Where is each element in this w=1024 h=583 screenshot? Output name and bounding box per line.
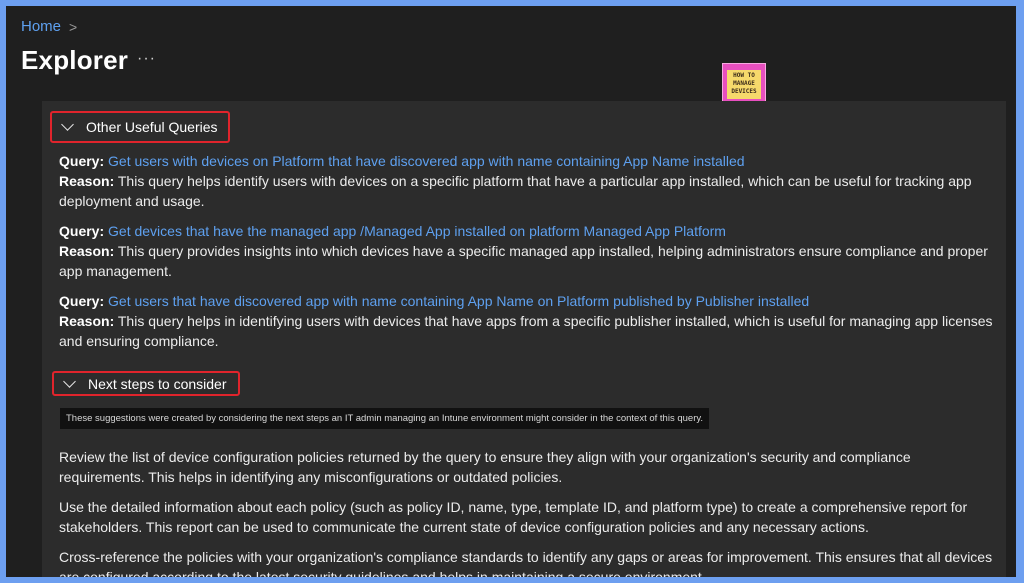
- query-label: Query:: [59, 293, 105, 309]
- next-step-paragraph: Use the detailed information about each …: [59, 499, 968, 535]
- more-options-button[interactable]: ···: [137, 50, 156, 68]
- query-item: Query: Get users that have discovered ap…: [59, 291, 994, 351]
- breadcrumb-home-link[interactable]: Home: [21, 18, 61, 35]
- reason-text: This query provides insights into which …: [59, 243, 988, 279]
- section-header-label: Next steps to consider: [88, 375, 227, 392]
- results-panel[interactable]: Other Useful Queries Query: Get users wi…: [42, 101, 1006, 577]
- chevron-down-icon: [63, 374, 76, 388]
- reason-text: This query helps identify users with dev…: [59, 173, 972, 209]
- page-title: Explorer: [21, 45, 129, 75]
- breadcrumb: Home >: [21, 18, 77, 35]
- query-label: Query:: [59, 153, 105, 169]
- query-link[interactable]: Get users with devices on Platform that …: [108, 153, 745, 169]
- section-header-label: Other Useful Queries: [86, 119, 218, 135]
- next-step-paragraph: Cross-reference the policies with your o…: [59, 549, 993, 577]
- reason-label: Reason:: [59, 243, 115, 259]
- how-to-manage-devices-logo: HOW TO MANAGE DEVICES: [722, 63, 766, 106]
- other-useful-queries-toggle[interactable]: Other Useful Queries: [50, 111, 230, 143]
- chevron-down-icon: [61, 118, 74, 131]
- reason-label: Reason:: [59, 173, 115, 189]
- reason-text: This query helps in identifying users wi…: [59, 313, 993, 349]
- query-link[interactable]: Get users that have discovered app with …: [108, 293, 809, 309]
- query-item: Query: Get users with devices on Platfor…: [59, 151, 994, 211]
- app-window: Home > Explorer ··· HOW TO MANAGE DEVICE…: [6, 6, 1016, 577]
- reason-label: Reason:: [59, 313, 115, 329]
- query-item: Query: Get devices that have the managed…: [59, 221, 994, 281]
- chevron-right-icon: >: [69, 18, 78, 35]
- next-step-paragraph: Review the list of device configuration …: [59, 449, 911, 485]
- query-label: Query:: [59, 223, 105, 239]
- query-link[interactable]: Get devices that have the managed app /M…: [108, 223, 726, 239]
- next-steps-toggle[interactable]: Next steps to consider: [52, 371, 240, 396]
- next-steps-tooltip: These suggestions were created by consid…: [60, 408, 710, 429]
